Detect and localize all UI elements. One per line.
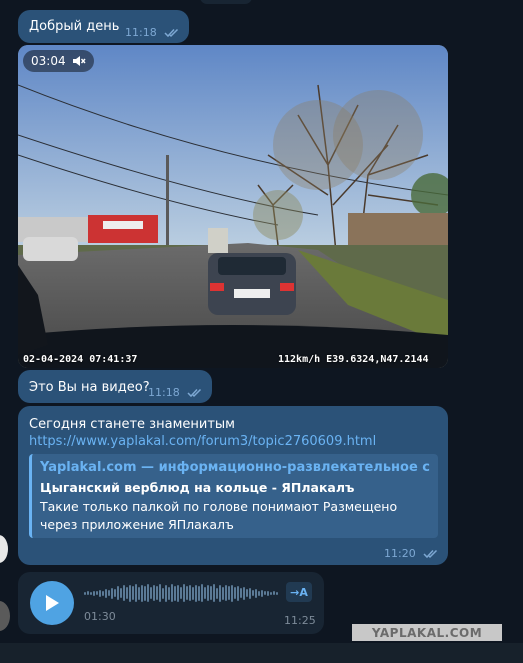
video-duration: 03:04 — [31, 54, 66, 68]
partial-bubble-top — [200, 0, 252, 4]
message-text: Сегодня станете знаменитым — [29, 417, 235, 432]
message-time: 11:25 — [284, 614, 316, 627]
message-question[interactable]: Это Вы на видео? 11:18 — [18, 370, 212, 403]
avatar[interactable] — [0, 535, 8, 563]
message-link-url[interactable]: https://www.yaplakal.com/forum3/topic276… — [29, 434, 376, 449]
video-duration-badge[interactable]: 03:04 — [23, 50, 94, 72]
link-preview-card[interactable]: Yaplakal.com — информационно-развлекател… — [29, 454, 438, 538]
message-text: Это Вы на видео? — [29, 380, 150, 395]
avatar[interactable] — [0, 601, 10, 631]
link-preview-site: Yaplakal.com — информационно-развлекател… — [40, 460, 430, 475]
message-time: 11:20 — [384, 547, 416, 560]
message-time: 11:18 — [148, 386, 180, 399]
double-check-icon — [164, 28, 179, 38]
voice-waveform[interactable] — [84, 583, 280, 603]
play-button[interactable] — [30, 581, 74, 625]
site-watermark: YAPLAKAL.COM — [352, 624, 502, 641]
video-message[interactable]: 02-04-2024 07:41:37 112km/h E39.6324,N47… — [18, 45, 448, 368]
composer-bar[interactable] — [0, 643, 523, 663]
voice-duration: 01:30 — [84, 610, 116, 623]
video-gps: 112km/h E39.6324,N47.2144 — [278, 354, 429, 365]
message-time: 11:18 — [125, 26, 157, 39]
mute-icon[interactable] — [72, 55, 86, 67]
video-timestamp: 02-04-2024 07:41:37 — [23, 354, 138, 365]
voice-message[interactable]: 01:30 →A 11:25 — [18, 572, 324, 634]
dashcam-video-frame — [18, 45, 448, 368]
double-check-icon — [187, 388, 202, 398]
link-preview-title: Цыганский верблюд на кольце - ЯПлакалъ — [40, 480, 355, 495]
transcribe-button[interactable]: →A — [286, 582, 312, 602]
link-preview-description: Такие только палкой по голове понимают Р… — [40, 499, 398, 532]
play-icon — [46, 595, 59, 611]
message-text: Добрый день — [29, 19, 120, 34]
message-greeting[interactable]: Добрый день 11:18 — [18, 10, 189, 43]
double-check-icon — [423, 549, 438, 559]
